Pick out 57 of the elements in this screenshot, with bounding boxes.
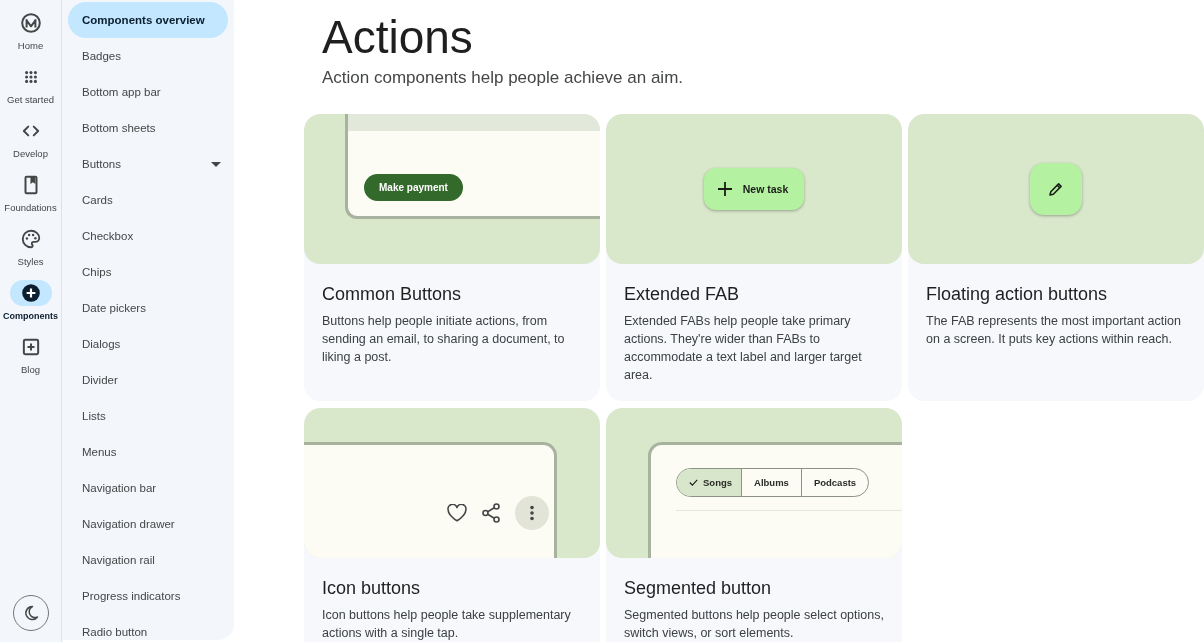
heart-icon [447,504,467,522]
rail-item[interactable]: Foundations [0,162,61,216]
card-description: Buttons help people initiate actions, from sending an email, to sharing a document, to liking a post. [322,313,566,366]
nav-item[interactable]: Components overview [68,2,228,38]
card-title: Common Buttons [322,283,463,305]
caret-icon [211,161,221,167]
nav-item[interactable]: Lists [68,398,228,434]
nav-item[interactable]: Bottom sheets [68,110,228,146]
rail-item[interactable]: Get started [0,54,61,108]
nav-item[interactable]: Buttons [68,146,228,182]
component-card[interactable]: Icon buttons Icon buttons help people take supplementary actions with a single tap. [304,408,600,642]
card-title: Extended FAB [624,283,741,305]
nav-item[interactable]: Chips [68,254,228,290]
component-card[interactable]: New task Extended FAB Extended FABs help people take primary actions. They're wider than FABs to accommodate a text label and larger target area. [606,114,902,401]
nav-item[interactable]: Radio button [68,614,228,640]
rail-item[interactable]: Home [0,0,61,54]
nav-item[interactable]: Navigation drawer [68,506,228,542]
palette-icon [19,228,42,250]
rail-item[interactable]: Blog [0,324,61,378]
logo-icon [19,12,42,34]
filled-button: Make payment [364,174,463,201]
nav-item[interactable]: Bottom app bar [68,74,228,110]
card-description: Segmented buttons help people select options, switch views, or sort elements. [624,607,884,642]
plus-icon [717,182,732,196]
card-description: The FAB represents the most important action on a screen. It puts key actions within reach. [926,313,1182,348]
nav-item[interactable]: Cards [68,182,228,218]
check-icon [689,479,698,486]
share-icon [482,503,500,523]
nav-item[interactable]: Checkbox [68,218,228,254]
nav-item[interactable]: Menus [68,434,228,470]
pencil-icon [1049,182,1063,196]
nav-item[interactable]: Navigation bar [68,470,228,506]
segment: Albums [741,469,801,496]
card-title: Icon buttons [322,577,422,599]
card-description: Extended FABs help people take primary actions. They're wider than FABs to accommodate a text label and larger target area. [624,313,863,384]
more-vert-icon [515,496,549,530]
component-card[interactable]: Floating action buttons The FAB represents the most important action on a screen. It puts key actions within reach. [908,114,1204,401]
moon-icon [22,605,39,621]
nav-item[interactable]: Dialogs [68,326,228,362]
page-subtitle: Action components help people achieve an aim. [322,67,684,89]
nav-item[interactable]: Badges [68,38,228,74]
component-card[interactable]: Make payment Common Buttons Buttons help people initiate actions, from sending an email, to sharing a document, to liking a post. [304,114,600,401]
nav-item[interactable]: Date pickers [68,290,228,326]
rail-item[interactable]: Styles [0,216,61,270]
rail-item[interactable]: Develop [0,108,61,162]
nav-item[interactable]: Navigation rail [68,542,228,578]
component-card[interactable]: Songs Albums Podcasts Segmented button Segmented buttons help people select options, switch views, or sort elements. [606,408,902,642]
rail-item[interactable]: Components [0,270,61,324]
segment: Songs [677,469,742,496]
extended-fab: New task [703,168,805,210]
nav-item[interactable]: Divider [68,362,228,398]
card-title: Segmented button [624,577,773,599]
card-title: Floating action buttons [926,283,1109,305]
nav-item[interactable]: Progress indicators [68,578,228,614]
card-description: Icon buttons help people take supplementary actions with a single tap. [322,607,572,642]
page-title: Actions [322,11,474,64]
segment: Podcasts [800,469,869,496]
